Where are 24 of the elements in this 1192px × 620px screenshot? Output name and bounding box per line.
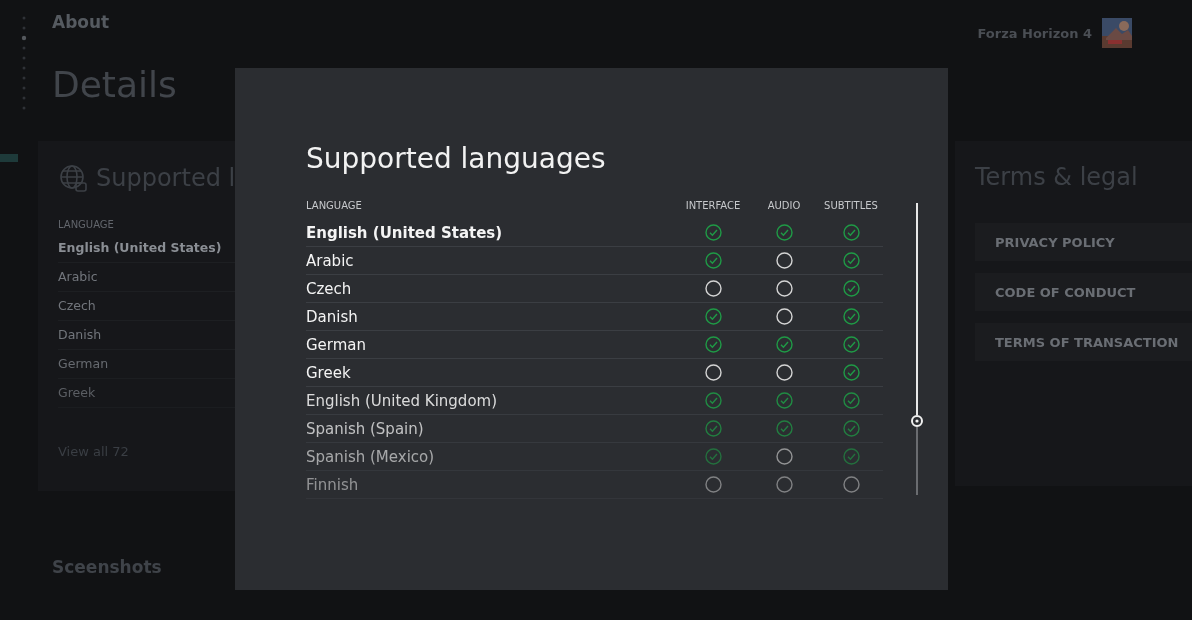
column-header: AUDIO bbox=[766, 199, 802, 211]
language-name: Finnish bbox=[306, 475, 360, 494]
dialog-title: Supported languages bbox=[306, 142, 607, 175]
language-name: Danish bbox=[306, 307, 359, 326]
game-name: Forza Horizon 4 bbox=[977, 25, 1092, 41]
accent-bar bbox=[0, 154, 18, 162]
column-header: SUBTITLES bbox=[823, 199, 879, 211]
column-header: LANGUAGE bbox=[306, 199, 363, 211]
language-name: Czech bbox=[306, 279, 353, 298]
language-name: Spanish (Mexico) bbox=[306, 447, 436, 466]
legal-button[interactable]: TERMS OF TRANSACTION bbox=[975, 323, 1192, 361]
column-header: INTERFACE bbox=[684, 199, 742, 211]
language-name: English (United Kingdom) bbox=[306, 391, 499, 410]
language-name: Greek bbox=[306, 363, 352, 382]
legal-button[interactable]: CODE OF CONDUCT bbox=[975, 273, 1192, 311]
language-name: Arabic bbox=[306, 251, 355, 270]
scrollbar[interactable] bbox=[911, 203, 923, 495]
breadcrumb: About bbox=[52, 12, 110, 32]
language-name: Spanish (Spain) bbox=[306, 419, 425, 438]
column-header: LANGUAGE bbox=[58, 219, 115, 230]
language-name: English (United States) bbox=[306, 223, 504, 242]
language-name: German bbox=[306, 335, 368, 354]
globe-icon bbox=[58, 163, 88, 193]
legal-button[interactable]: PRIVACY POLICY bbox=[975, 223, 1192, 261]
